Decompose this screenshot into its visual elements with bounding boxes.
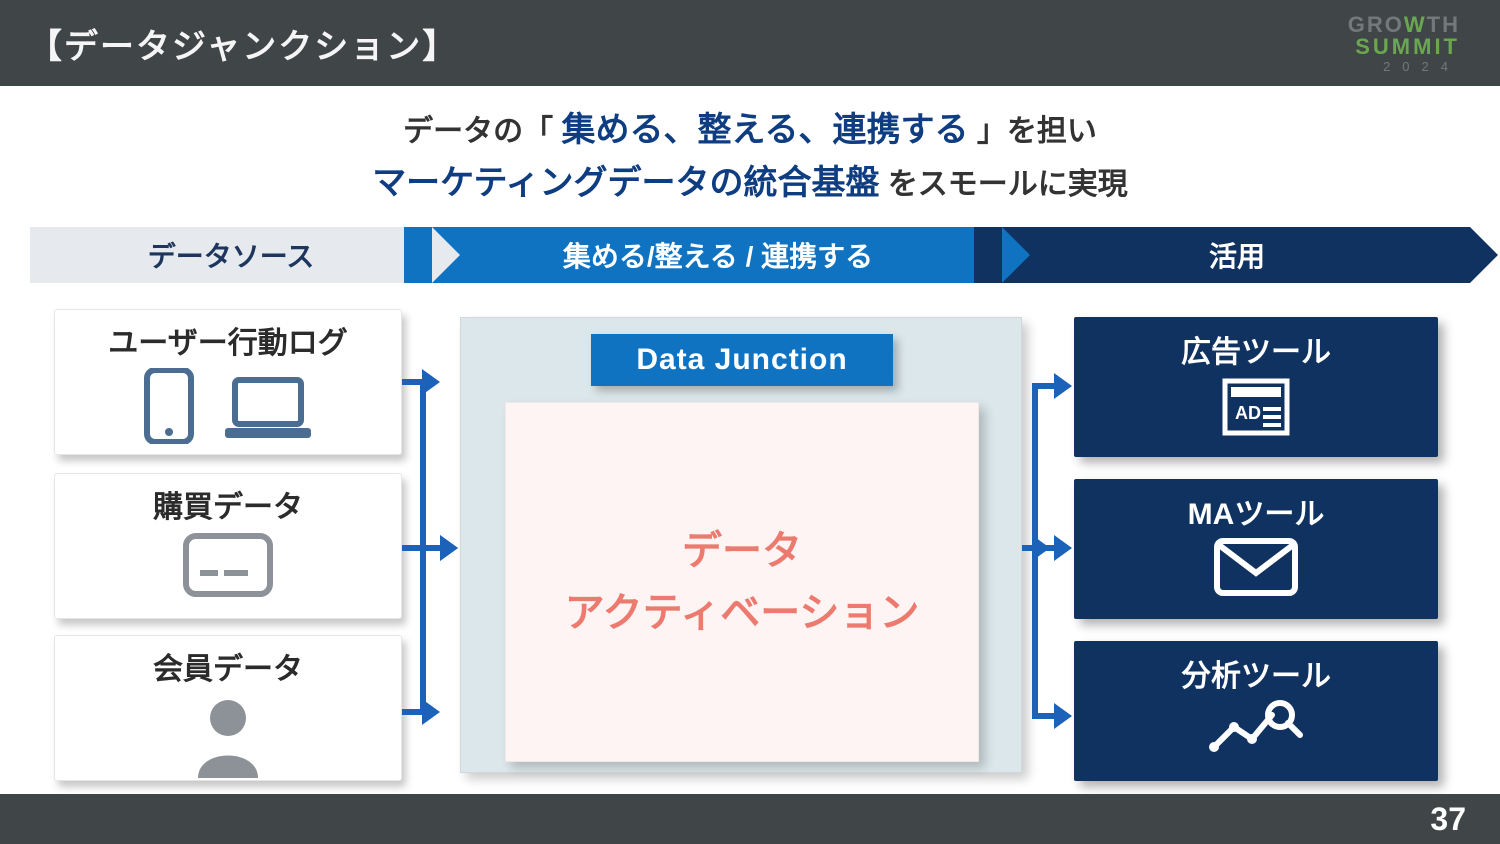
activation-line1: データ (682, 529, 802, 573)
stage-1: データソース (30, 227, 432, 283)
output-ma: MAツール (1074, 479, 1438, 619)
logo-accent-icon: W (1404, 12, 1427, 37)
stage-row: データソース 集める/整える / 連携する 活用 (30, 227, 1470, 283)
right-bus (1032, 383, 1038, 719)
output-analytics: 分析ツール (1074, 641, 1438, 781)
stage-3: 活用 (974, 227, 1470, 283)
center-panel: Data Junction データ アクティベーション (460, 317, 1022, 773)
activation-box: データ アクティベーション (505, 402, 979, 762)
diagram-canvas: ユーザー行動ログ 購買データ 会員データ (30, 309, 1470, 789)
source-member-title: 会員データ (55, 644, 401, 688)
logo-text-1b: TH (1427, 12, 1460, 37)
ad-icon: AD (1074, 375, 1438, 444)
header-bar: 【データジャンクション】 GROWTH SUMMIT 2024 (0, 0, 1500, 86)
page-number: 37 (1430, 801, 1466, 838)
svg-text:AD: AD (1235, 403, 1261, 423)
stage-2: 集める/整える / 連携する (404, 227, 1002, 283)
smartphone-icon (141, 368, 197, 449)
output-ads: 広告ツール AD (1074, 317, 1438, 457)
output-analytics-title: 分析ツール (1074, 651, 1438, 695)
analytics-icon (1074, 699, 1438, 764)
output-ads-title: 広告ツール (1074, 327, 1438, 371)
mail-icon (1074, 537, 1438, 602)
arrow-out-center (1022, 545, 1032, 551)
subtitle-hl2: マーケティングデータの統合基盤 (372, 164, 879, 202)
arrow-out3 (1032, 713, 1054, 719)
source-userlog-title: ユーザー行動ログ (55, 318, 401, 362)
data-junction-badge: Data Junction (591, 334, 893, 386)
footer-bar: 37 (0, 794, 1500, 844)
arrow-src1 (402, 379, 422, 385)
credit-card-icon (182, 532, 274, 603)
page-title: 【データジャンクション】 (28, 19, 458, 68)
logo-text-3: 2024 (1348, 60, 1460, 73)
arrow-out1 (1032, 383, 1054, 389)
laptop-icon (221, 374, 315, 449)
source-member: 会員データ (54, 635, 402, 781)
source-purchase: 購買データ (54, 473, 402, 619)
source-userlog: ユーザー行動ログ (54, 309, 402, 455)
subtitle-post2: をスモールに実現 (888, 168, 1128, 201)
output-ma-title: MAツール (1074, 489, 1438, 533)
subtitle-post1: 」を担い (977, 115, 1097, 148)
subtitle-hl1: 集める、整える、連携する (562, 111, 969, 149)
subtitle: データの「 集める、整える、連携する 」を担い マーケティングデータの統合基盤 … (0, 104, 1500, 209)
arrow-out2 (1032, 545, 1054, 551)
arrow-into-center (420, 545, 440, 551)
arrow-src3 (402, 709, 422, 715)
event-logo: GROWTH SUMMIT 2024 (1348, 14, 1460, 73)
logo-text-2: SUMMIT (1348, 36, 1460, 58)
logo-text-1a: GRO (1348, 12, 1404, 37)
subtitle-pre1: データの「 (403, 115, 553, 148)
activation-line2: アクティベーション (565, 591, 920, 635)
person-icon (190, 694, 266, 783)
source-purchase-title: 購買データ (55, 482, 401, 526)
